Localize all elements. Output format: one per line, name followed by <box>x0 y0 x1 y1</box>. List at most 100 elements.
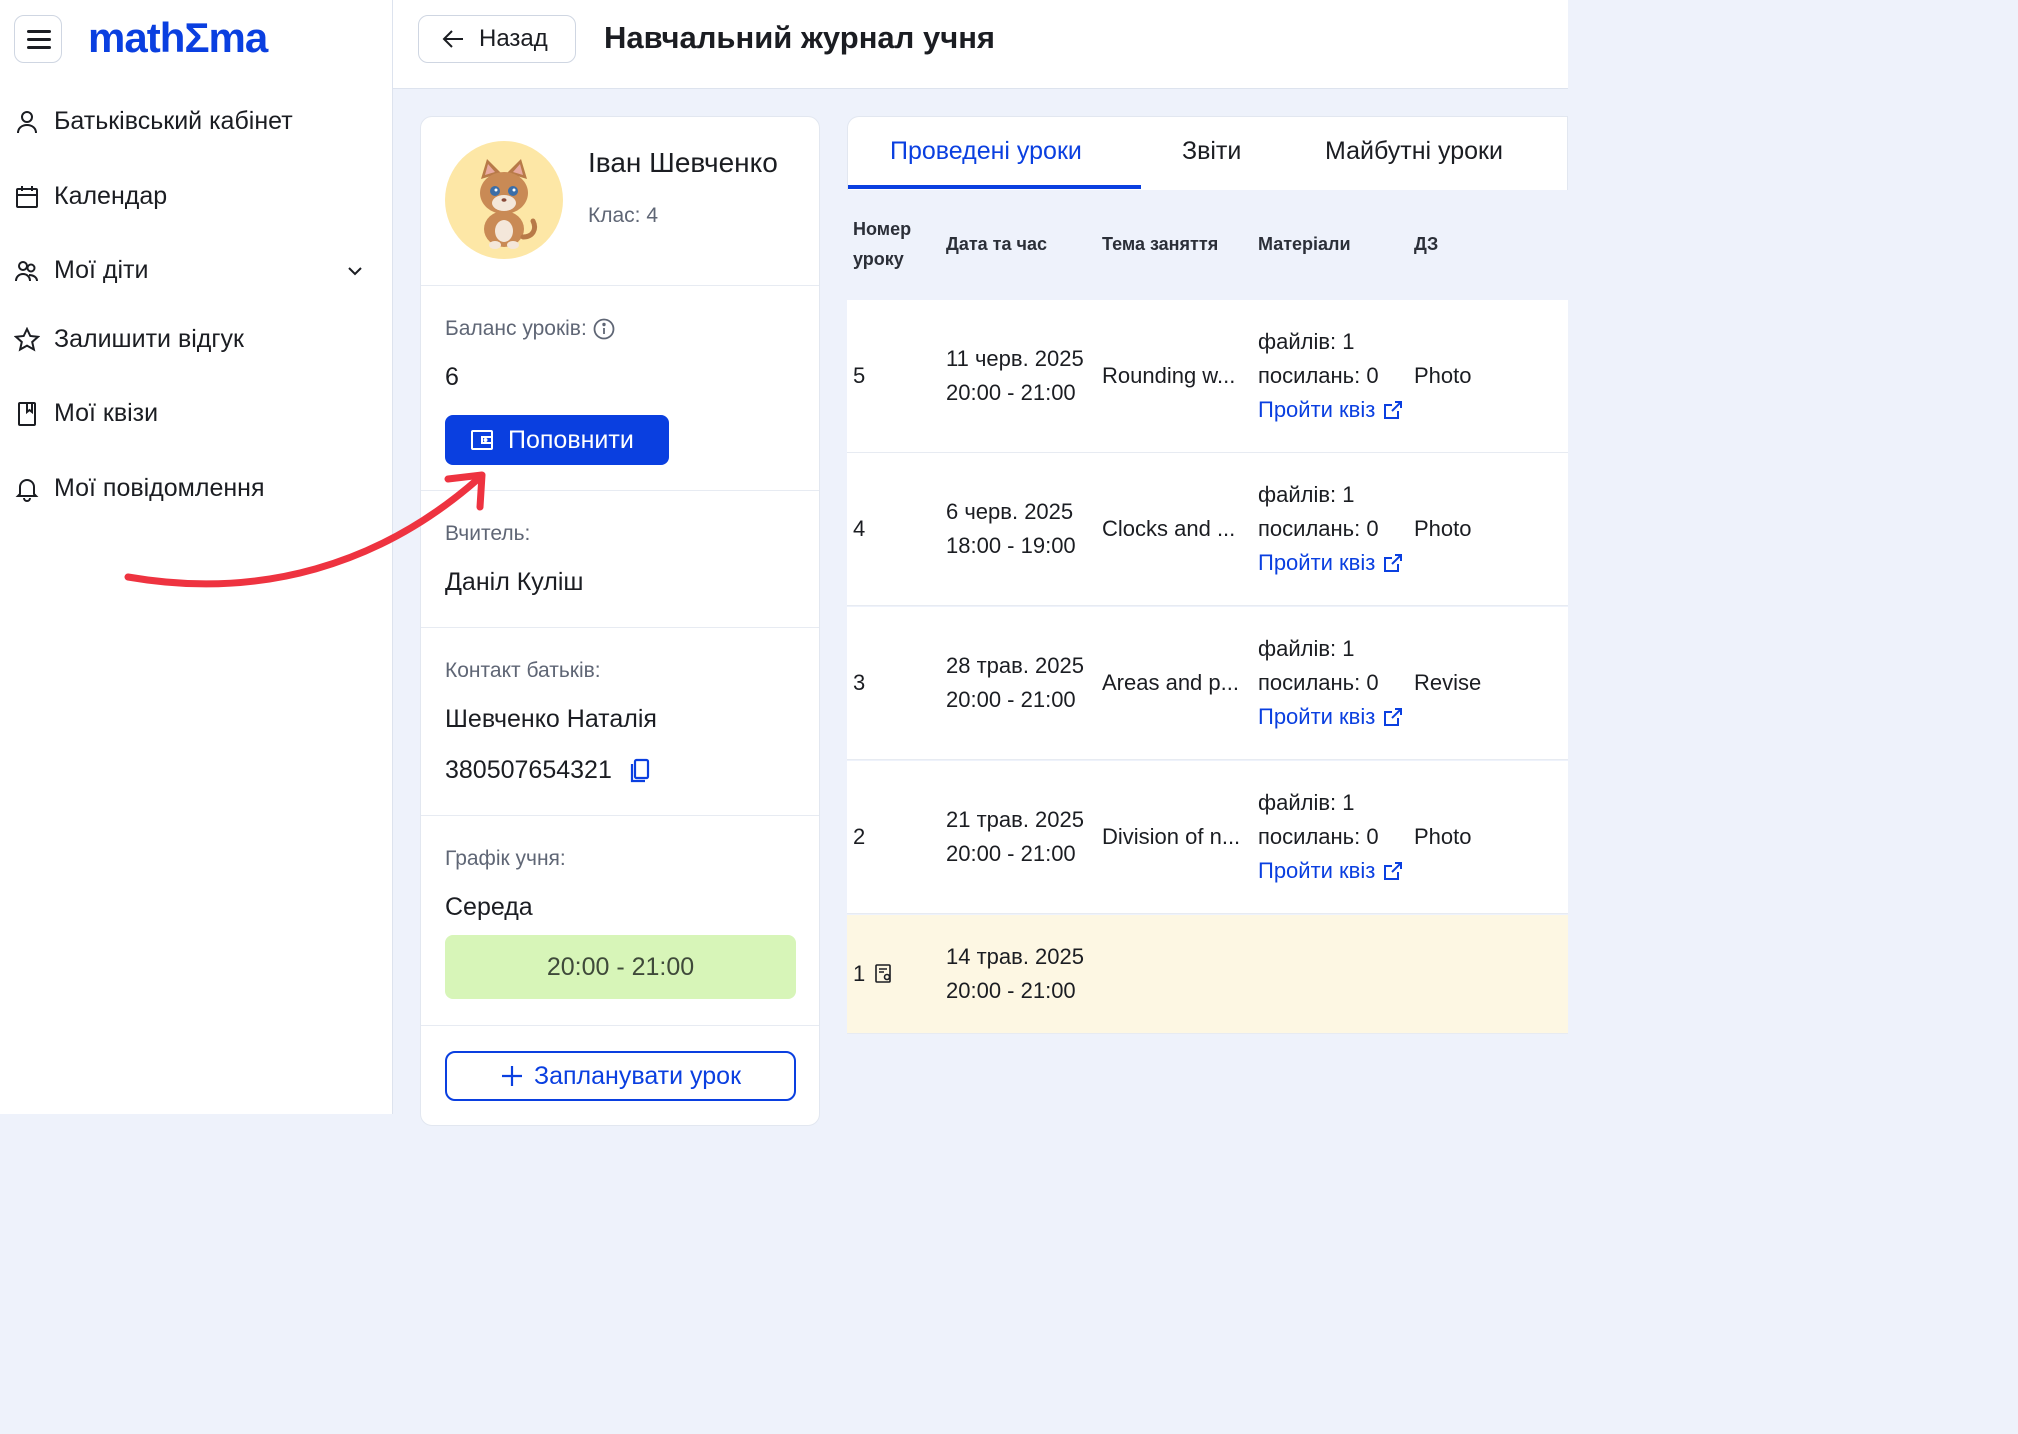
take-quiz-link[interactable]: Пройти квіз <box>1258 546 1403 580</box>
tab-completed-lessons[interactable]: Проведені уроки <box>890 137 1082 166</box>
sidebar-item-parent-cabinet[interactable]: Батьківський кабінет <box>0 99 392 143</box>
lesson-topic: Areas and p... <box>1102 670 1239 695</box>
lesson-time: 18:00 - 19:00 <box>946 533 1076 558</box>
menu-bar-icon <box>27 46 51 49</box>
lesson-topic: Clocks and ... <box>1102 516 1236 541</box>
hamburger-menu-button[interactable] <box>14 15 62 63</box>
schedule-label: Графік учня: <box>445 847 566 870</box>
balance-label: Баланс уроків: <box>445 317 587 340</box>
schedule-lesson-label: Запланувати урок <box>533 1061 742 1090</box>
take-quiz-link[interactable]: Пройти квіз <box>1258 700 1403 734</box>
table-header: Номер уроку Дата та час Тема заняття Мат… <box>847 190 1568 300</box>
materials-files: файлів: 1 <box>1258 790 1355 815</box>
lesson-number: 2 <box>853 824 866 849</box>
lesson-number: 1 <box>853 961 866 986</box>
take-quiz-label: Пройти квіз <box>1258 858 1376 883</box>
info-icon[interactable] <box>593 318 615 340</box>
sidebar-item-label: Мої квізи <box>54 398 159 427</box>
lesson-time: 20:00 - 21:00 <box>946 841 1076 866</box>
table-row[interactable]: 1 14 трав. 2025 20:00 - 21:00 <box>847 915 1568 1034</box>
menu-bar-icon <box>27 38 51 41</box>
homework-status: Photo <box>1414 824 1472 849</box>
tab-bar: Проведені уроки Звіти Майбутні уроки <box>847 116 1568 190</box>
divider <box>421 627 819 628</box>
column-header-homework: ДЗ <box>1414 234 1439 254</box>
sidebar-item-label: Батьківський кабінет <box>54 106 293 135</box>
balance-value: 6 <box>445 363 459 391</box>
take-quiz-link[interactable]: Пройти квіз <box>1258 393 1403 427</box>
tab-upcoming-lessons[interactable]: Майбутні уроки <box>1325 137 1503 166</box>
column-header-topic: Тема заняття <box>1102 234 1219 254</box>
children-icon <box>15 261 38 282</box>
lesson-number: 3 <box>853 670 866 695</box>
lesson-date: 28 трав. 2025 <box>946 653 1084 678</box>
schedule-time-slot[interactable]: 20:00 - 21:00 <box>445 935 796 999</box>
column-header-number: Номер уроку <box>853 214 911 274</box>
schedule-lesson-button[interactable]: Запланувати урок <box>445 1051 796 1101</box>
calendar-icon <box>16 186 38 208</box>
column-header-datetime: Дата та час <box>946 234 1047 254</box>
external-link-icon <box>1384 862 1403 880</box>
bookmark-icon <box>18 402 36 426</box>
sidebar-item-my-children[interactable]: Мої діти <box>0 248 392 292</box>
copy-icon[interactable] <box>628 758 650 784</box>
student-name: Іван Шевченко <box>588 147 778 178</box>
bell-icon <box>15 479 39 502</box>
lesson-number-cell: 1 <box>853 957 893 991</box>
brand-logo[interactable]: mathΣma <box>88 14 268 62</box>
chevron-down-icon[interactable] <box>344 260 366 282</box>
sidebar-item-calendar[interactable]: Календар <box>0 174 392 218</box>
divider <box>421 1025 819 1026</box>
materials-links: посилань: 0 <box>1258 824 1379 849</box>
lesson-number: 5 <box>853 363 866 388</box>
parent-phone-row: 380507654321 <box>445 756 650 785</box>
annotation-arrow-icon <box>124 471 486 588</box>
user-icon <box>17 111 37 134</box>
materials-links: посилань: 0 <box>1258 670 1379 695</box>
sidebar-item-leave-feedback[interactable]: Залишити відгук <box>0 317 392 361</box>
divider <box>421 815 819 816</box>
materials-files: файлів: 1 <box>1258 329 1355 354</box>
lesson-date: 6 черв. 2025 <box>946 499 1074 524</box>
student-profile-card: Іван Шевченко Клас: 4 Баланс уроків: 6 П… <box>420 116 820 1126</box>
lesson-number: 4 <box>853 516 866 541</box>
homework-status: Photo <box>1414 516 1472 541</box>
table-row[interactable]: 3 28 трав. 2025 20:00 - 21:00 Areas and … <box>847 607 1568 760</box>
materials-links: посилань: 0 <box>1258 516 1379 541</box>
parent-contact-name: Шевченко Наталія <box>445 705 657 733</box>
take-quiz-label: Пройти квіз <box>1258 704 1376 729</box>
back-button-label: Назад <box>479 25 548 52</box>
schedule-day: Середа <box>445 893 533 921</box>
table-row[interactable]: 2 21 трав. 2025 20:00 - 21:00 Division o… <box>847 761 1568 914</box>
menu-bar-icon <box>27 30 51 33</box>
homework-status: Photo <box>1414 363 1472 388</box>
column-header-number-line2: уроку <box>853 249 904 269</box>
column-header-materials: Матеріали <box>1258 234 1351 254</box>
lesson-time: 20:00 - 21:00 <box>946 978 1076 1003</box>
take-quiz-link[interactable]: Пройти квіз <box>1258 854 1403 888</box>
lesson-time: 20:00 - 21:00 <box>946 687 1076 712</box>
materials-files: файлів: 1 <box>1258 482 1355 507</box>
sidebar-item-label: Мої діти <box>54 255 149 284</box>
top-up-button-label: Поповнити <box>508 425 634 454</box>
materials-links: посилань: 0 <box>1258 363 1379 388</box>
external-link-icon <box>1384 401 1403 419</box>
student-grade: Клас: 4 <box>588 204 659 227</box>
homework-status: Revise <box>1414 670 1482 695</box>
star-icon <box>14 327 40 352</box>
lesson-date: 11 черв. 2025 <box>946 346 1084 371</box>
lessons-panel: Проведені уроки Звіти Майбутні уроки Ном… <box>847 116 1568 1114</box>
table-row[interactable]: 5 11 черв. 2025 20:00 - 21:00 Rounding w… <box>847 300 1568 453</box>
external-link-icon <box>1384 708 1403 726</box>
certificate-icon <box>875 964 892 983</box>
lesson-date: 21 трав. 2025 <box>946 807 1084 832</box>
back-button[interactable]: Назад <box>418 15 576 63</box>
lesson-topic: Division of n... <box>1102 824 1241 849</box>
column-header-number-line1: Номер <box>853 219 912 239</box>
tab-reports[interactable]: Звіти <box>1182 137 1241 166</box>
arrow-left-icon <box>442 30 463 48</box>
parent-phone: 380507654321 <box>445 756 612 784</box>
table-row[interactable]: 4 6 черв. 2025 18:00 - 19:00 Clocks and … <box>847 453 1568 606</box>
divider <box>421 285 819 286</box>
sidebar-item-my-quizzes[interactable]: Мої квізи <box>0 391 392 435</box>
